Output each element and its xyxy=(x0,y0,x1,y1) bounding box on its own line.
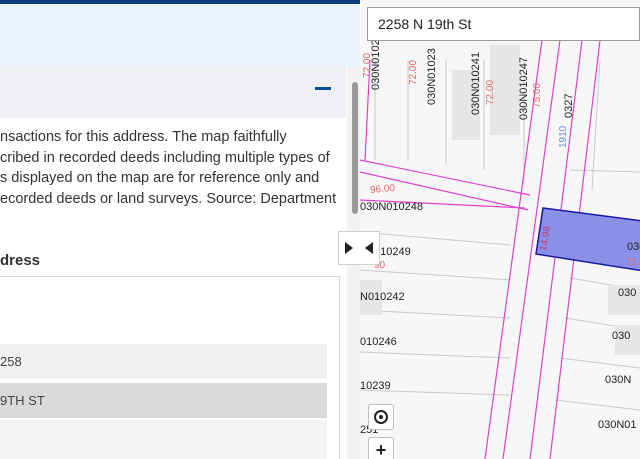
locate-button[interactable] xyxy=(368,404,394,430)
parcel-label: 030N010247 xyxy=(518,56,530,120)
table-row[interactable]: 258 xyxy=(0,344,327,379)
parcel-label: 030 xyxy=(612,330,631,342)
parcel-label: N010242 xyxy=(360,291,405,303)
zoom-in-button[interactable]: + xyxy=(368,437,394,459)
address-search-input[interactable]: 2258 N 19th St xyxy=(367,7,640,41)
parcel-label: 030N01023 xyxy=(426,48,438,105)
table-row[interactable] xyxy=(0,420,327,459)
locate-icon xyxy=(374,410,388,424)
triangle-left-icon[interactable] xyxy=(365,242,373,254)
parcel-label: 030N01 xyxy=(598,419,637,431)
dimension-label: 72.00 xyxy=(485,79,496,105)
parcel-map[interactable]: 030N0102 030N01023 030N010241 030N010247… xyxy=(360,0,640,459)
dimension-label: 75.00 xyxy=(532,82,543,108)
table-row[interactable]: 9TH ST xyxy=(0,383,327,418)
section-header[interactable] xyxy=(0,66,346,118)
panel-header-band xyxy=(0,4,360,66)
parcel-label: 0327 xyxy=(563,93,575,118)
parcel-label: 030 xyxy=(618,287,637,299)
dimension-label: 72.00 xyxy=(408,59,419,85)
parcel-label: 010246 xyxy=(360,336,397,348)
dimension-label: 72.00 xyxy=(362,52,373,78)
parcel-label: 030N010248 xyxy=(360,201,424,213)
parcel-label: 030 xyxy=(627,241,640,253)
dimension-label: 71 xyxy=(626,257,638,268)
dimension-label: 1910 xyxy=(558,125,569,148)
triangle-right-icon[interactable] xyxy=(345,242,353,254)
parcel-label: 030N010241 xyxy=(470,51,482,115)
description-text: nsactions for this address. The map fait… xyxy=(0,129,337,207)
address-section-title: dress xyxy=(0,252,41,269)
selected-parcel[interactable] xyxy=(535,207,640,272)
parcel-label: 10239 xyxy=(360,380,391,392)
parcel-label: 030N xyxy=(605,374,632,386)
map-canvas[interactable] xyxy=(360,0,640,459)
dimension-label: 96.00 xyxy=(369,182,396,197)
scrollbar-thumb[interactable] xyxy=(352,82,358,214)
minus-icon[interactable] xyxy=(315,87,331,90)
plus-icon: + xyxy=(375,440,387,459)
